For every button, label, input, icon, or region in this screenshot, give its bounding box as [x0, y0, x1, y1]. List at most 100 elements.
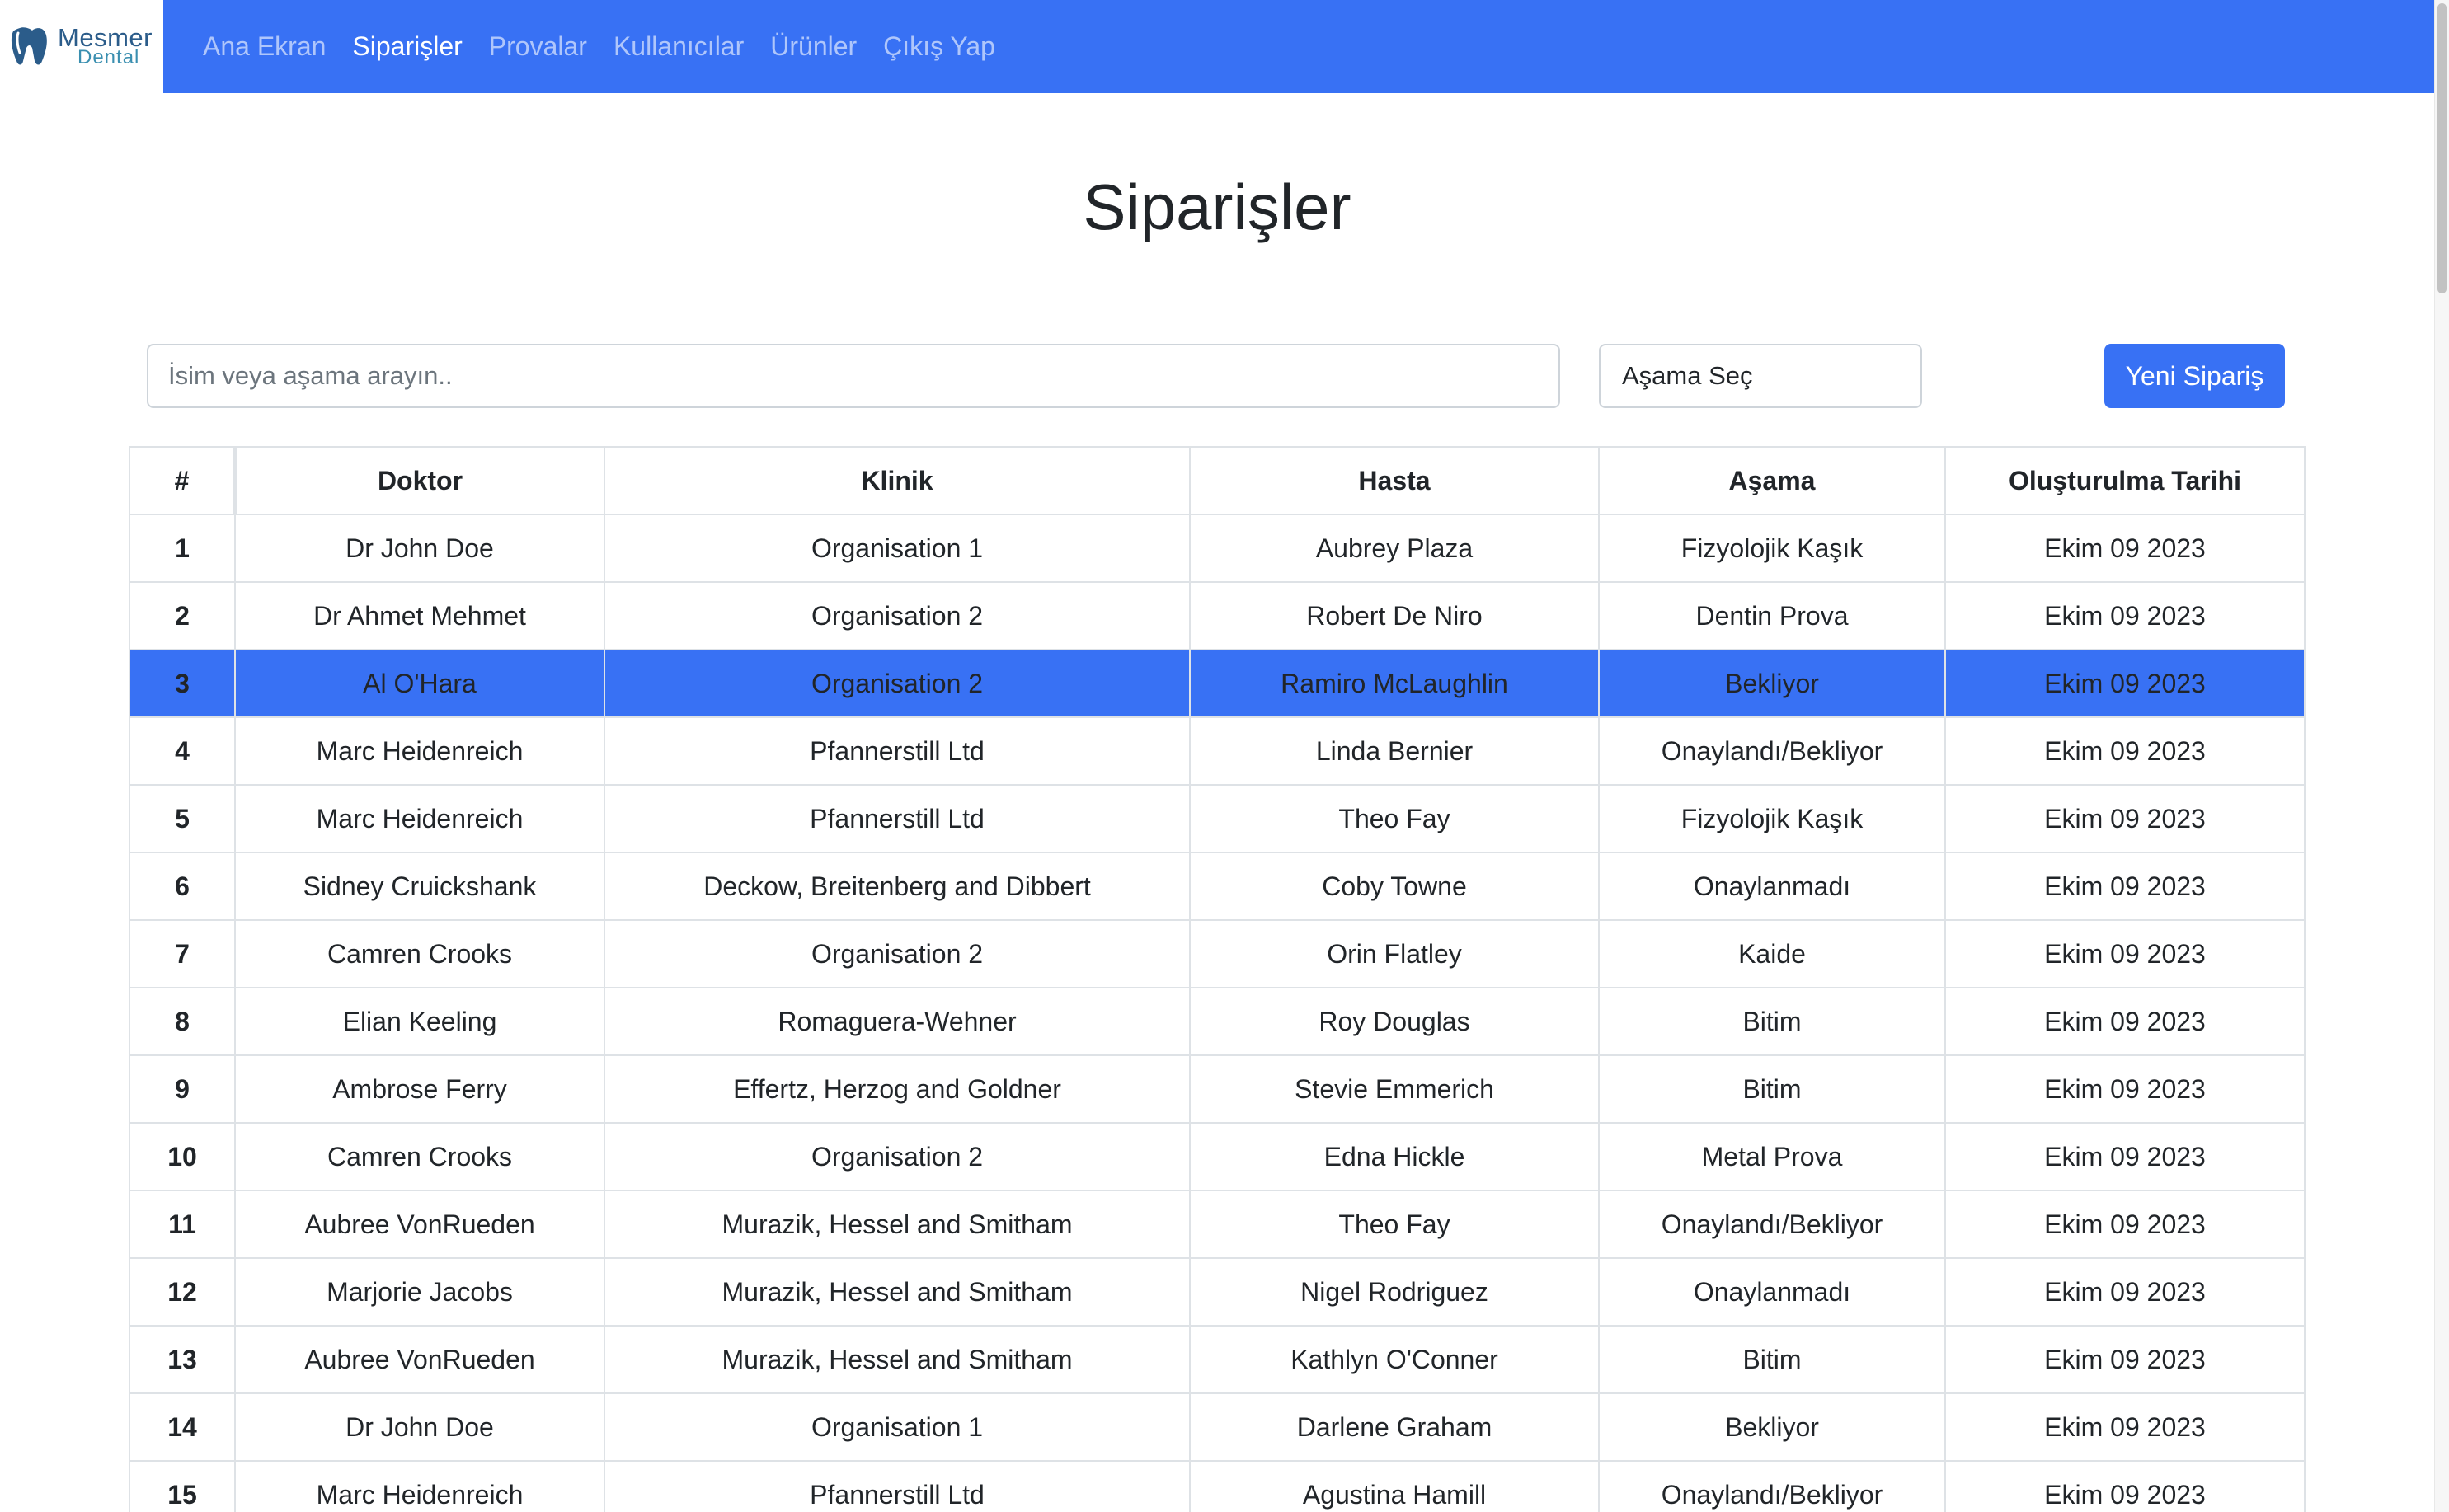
table-row[interactable]: 11 Aubree VonRueden Murazik, Hessel and Sm… — [129, 1190, 2306, 1259]
header-klinik[interactable]: Klinik — [604, 446, 1191, 515]
table-row[interactable]: 1 Dr John Doe Organisation 1 Aubrey Plaza Fi… — [129, 514, 2306, 583]
cell-asama: Bitim — [1598, 1054, 1946, 1124]
cell-asama: Metal Prova — [1598, 1122, 1946, 1191]
header-olusturulma-tarihi[interactable]: Oluşturulma Tarihi — [1944, 446, 2306, 515]
cell-tarih: Ekim 09 2023 — [1944, 1257, 2306, 1327]
nav-links: Ana Ekran Siparişler Provalar Kullanıcıl… — [203, 0, 1022, 93]
cell-number: 14 — [129, 1392, 236, 1462]
table-header-row: # Doktor Klinik Hasta Aşama Oluşturulma … — [129, 446, 2306, 515]
table-row[interactable]: 7 Camren Crooks Organisation 2 Orin Flatley… — [129, 919, 2306, 988]
page-scrollbar[interactable] — [2434, 0, 2449, 1512]
cell-hasta: Linda Bernier — [1189, 716, 1600, 786]
cell-number: 10 — [129, 1122, 236, 1191]
table-row[interactable]: 3 Al O'Hara Organisation 2 Ramiro McLaughli… — [129, 649, 2306, 718]
cell-doktor: Dr John Doe — [234, 514, 605, 583]
tooth-logo-icon — [11, 27, 47, 65]
cell-tarih: Ekim 09 2023 — [1944, 1054, 2306, 1124]
table-row[interactable]: 9 Ambrose Ferry Effertz, Herzog and Goldne… — [129, 1054, 2306, 1124]
page-title: Siparişler — [1083, 171, 1351, 243]
cell-doktor: Al O'Hara — [234, 649, 605, 718]
cell-klinik: Effertz, Herzog and Goldner — [604, 1054, 1191, 1124]
scrollbar-thumb[interactable] — [2437, 3, 2447, 293]
cell-hasta: Coby Towne — [1189, 852, 1600, 921]
cell-tarih: Ekim 09 2023 — [1944, 514, 2306, 583]
cell-asama: Fizyolojik Kaşık — [1598, 514, 1946, 583]
cell-asama: Bekliyor — [1598, 1392, 1946, 1462]
new-order-button[interactable]: Yeni Sipariş — [2104, 344, 2285, 408]
cell-doktor: Camren Crooks — [234, 1122, 605, 1191]
nav-ana-ekran[interactable]: Ana Ekran — [203, 31, 326, 62]
cell-hasta: Ramiro McLaughlin — [1189, 649, 1600, 718]
cell-doktor: Dr Ahmet Mehmet — [234, 581, 605, 650]
table-row[interactable]: 12 Marjorie Jacobs Murazik, Hessel and Smi… — [129, 1257, 2306, 1327]
table-row[interactable]: 5 Marc Heidenreich Pfannerstill Ltd Theo Fa… — [129, 784, 2306, 853]
cell-hasta: Stevie Emmerich — [1189, 1054, 1600, 1124]
header-hasta[interactable]: Hasta — [1189, 446, 1600, 515]
cell-doktor: Aubree VonRueden — [234, 1325, 605, 1394]
cell-hasta: Edna Hickle — [1189, 1122, 1600, 1191]
table-row[interactable]: 13 Aubree VonRueden Murazik, Hessel and Sm… — [129, 1325, 2306, 1394]
stage-select[interactable]: Aşama Seç — [1599, 344, 1922, 408]
cell-hasta: Nigel Rodriguez — [1189, 1257, 1600, 1327]
cell-number: 2 — [129, 581, 236, 650]
cell-klinik: Organisation 2 — [604, 1122, 1191, 1191]
header-doktor[interactable]: Doktor — [234, 446, 605, 515]
cell-hasta: Kathlyn O'Conner — [1189, 1325, 1600, 1394]
cell-klinik: Murazik, Hessel and Smitham — [604, 1257, 1191, 1327]
cell-asama: Onaylandı/Bekliyor — [1598, 1460, 1946, 1512]
cell-hasta: Aubrey Plaza — [1189, 514, 1600, 583]
cell-tarih: Ekim 09 2023 — [1944, 1460, 2306, 1512]
nav-cikis-yap[interactable]: Çıkış Yap — [883, 31, 995, 62]
table-row[interactable]: 10 Camren Crooks Organisation 2 Edna Hickle… — [129, 1122, 2306, 1191]
cell-number: 8 — [129, 987, 236, 1056]
cell-doktor: Sidney Cruickshank — [234, 852, 605, 921]
cell-number: 7 — [129, 919, 236, 988]
cell-number: 1 — [129, 514, 236, 583]
cell-klinik: Organisation 2 — [604, 649, 1191, 718]
cell-tarih: Ekim 09 2023 — [1944, 1122, 2306, 1191]
cell-number: 12 — [129, 1257, 236, 1327]
cell-number: 6 — [129, 852, 236, 921]
nav-siparisler[interactable]: Siparişler — [352, 31, 462, 62]
cell-hasta: Orin Flatley — [1189, 919, 1600, 988]
header-number[interactable]: # — [129, 446, 237, 515]
cell-hasta: Darlene Graham — [1189, 1392, 1600, 1462]
cell-hasta: Theo Fay — [1189, 784, 1600, 853]
cell-asama: Dentin Prova — [1598, 581, 1946, 650]
cell-hasta: Robert De Niro — [1189, 581, 1600, 650]
nav-provalar[interactable]: Provalar — [489, 31, 587, 62]
cell-number: 11 — [129, 1190, 236, 1259]
cell-tarih: Ekim 09 2023 — [1944, 987, 2306, 1056]
cell-klinik: Organisation 1 — [604, 514, 1191, 583]
table-row[interactable]: 14 Dr John Doe Organisation 1 Darlene Graha… — [129, 1392, 2306, 1462]
table-row[interactable]: 6 Sidney Cruickshank Deckow, Breitenberg a… — [129, 852, 2306, 921]
cell-tarih: Ekim 09 2023 — [1944, 649, 2306, 718]
table-row[interactable]: 2 Dr Ahmet Mehmet Organisation 2 Robert De … — [129, 581, 2306, 650]
orders-table: # Doktor Klinik Hasta Aşama Oluşturulma … — [129, 446, 2306, 1512]
cell-klinik: Pfannerstill Ltd — [604, 1460, 1191, 1512]
cell-doktor: Marc Heidenreich — [234, 716, 605, 786]
table-row[interactable]: 8 Elian Keeling Romaguera-Wehner Roy Dougla… — [129, 987, 2306, 1056]
cell-doktor: Marc Heidenreich — [234, 784, 605, 853]
search-input[interactable] — [147, 344, 1560, 408]
cell-doktor: Marjorie Jacobs — [234, 1257, 605, 1327]
table-row[interactable]: 4 Marc Heidenreich Pfannerstill Ltd Linda B… — [129, 716, 2306, 786]
cell-doktor: Camren Crooks — [234, 919, 605, 988]
cell-number: 3 — [129, 649, 236, 718]
cell-asama: Kaide — [1598, 919, 1946, 988]
nav-urunler[interactable]: Ürünler — [770, 31, 857, 62]
cell-klinik: Murazik, Hessel and Smitham — [604, 1325, 1191, 1394]
nav-kullanicilar[interactable]: Kullanıcılar — [613, 31, 744, 62]
brand-logo[interactable]: Mesmer Dental — [0, 0, 163, 93]
table-row[interactable]: 15 Marc Heidenreich Pfannerstill Ltd Agusti… — [129, 1460, 2306, 1512]
cell-tarih: Ekim 09 2023 — [1944, 1392, 2306, 1462]
cell-tarih: Ekim 09 2023 — [1944, 784, 2306, 853]
cell-klinik: Organisation 2 — [604, 581, 1191, 650]
cell-number: 5 — [129, 784, 236, 853]
cell-doktor: Ambrose Ferry — [234, 1054, 605, 1124]
top-navbar: Mesmer Dental Ana Ekran Siparişler Prova… — [0, 0, 2434, 93]
header-asama[interactable]: Aşama — [1598, 446, 1946, 515]
cell-asama: Bekliyor — [1598, 649, 1946, 718]
cell-asama: Bitim — [1598, 987, 1946, 1056]
cell-asama: Fizyolojik Kaşık — [1598, 784, 1946, 853]
